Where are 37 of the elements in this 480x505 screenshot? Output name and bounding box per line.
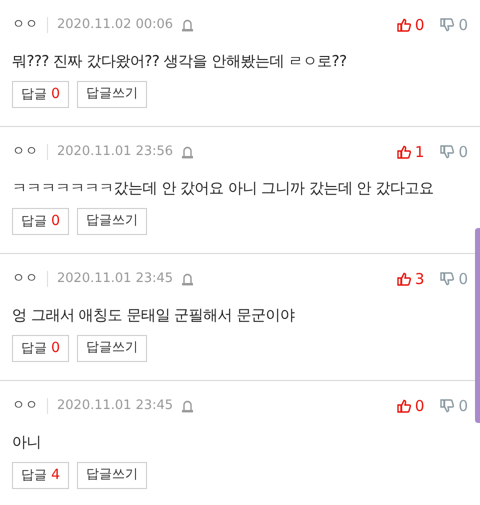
replies-button[interactable]: 답글 0 [12,334,70,362]
thumbs-up-icon [396,18,411,32]
comment-date: 2020.11.01 23:45 [57,270,174,288]
report-icon[interactable] [181,399,194,413]
author-name: ㅇㅇ [12,143,38,162]
comment-text: 아니 [12,432,42,453]
comment-text: 엉 그래서 애칭도 문태일 군필해서 문군이야 [12,305,296,326]
thumbs-down-icon [440,399,454,413]
thumbs-up-icon [396,399,411,413]
thumbs-up-icon [396,145,411,159]
write-reply-button[interactable]: 답글쓰기 [77,462,148,488]
comment-date: 2020.11.02 00:06 [57,16,174,34]
like-button[interactable]: 3 [396,268,424,290]
write-reply-button[interactable]: 답글쓰기 [77,80,148,108]
like-button[interactable]: 0 [396,394,424,418]
thumbs-down-icon [440,272,454,286]
replies-button[interactable]: 답글 0 [12,80,70,108]
replies-button[interactable]: 답글 0 [12,208,70,234]
report-icon[interactable] [181,18,194,32]
scrollbar[interactable] [475,228,480,423]
comment-date: 2020.11.01 23:56 [57,143,174,162]
like-button[interactable]: 0 [396,14,424,36]
comment-date: 2020.11.01 23:45 [57,397,174,416]
author-name: ㅇㅇ [12,16,38,34]
write-reply-button[interactable]: 답글쓰기 [77,208,148,234]
thumbs-down-icon [440,145,454,159]
like-button[interactable]: 1 [396,140,424,164]
author-name: ㅇㅇ [12,270,38,288]
report-icon[interactable] [181,145,194,159]
thumbs-up-icon [396,272,411,286]
comment-text: 뭐??? 진짜 갔다왔어?? 생각을 안해봤는데 ㄹㅇ로?? [12,51,348,72]
report-icon[interactable] [181,272,194,286]
thumbs-down-icon [440,18,454,32]
comment-text: ㅋㅋㅋㅋㅋㅋㅋ갔는데 안 갔어요 아니 그니까 갔는데 안 갔다고요 [12,178,434,199]
author-name: ㅇㅇ [12,397,38,416]
replies-button[interactable]: 답글 4 [12,462,70,488]
write-reply-button[interactable]: 답글쓰기 [77,334,148,362]
